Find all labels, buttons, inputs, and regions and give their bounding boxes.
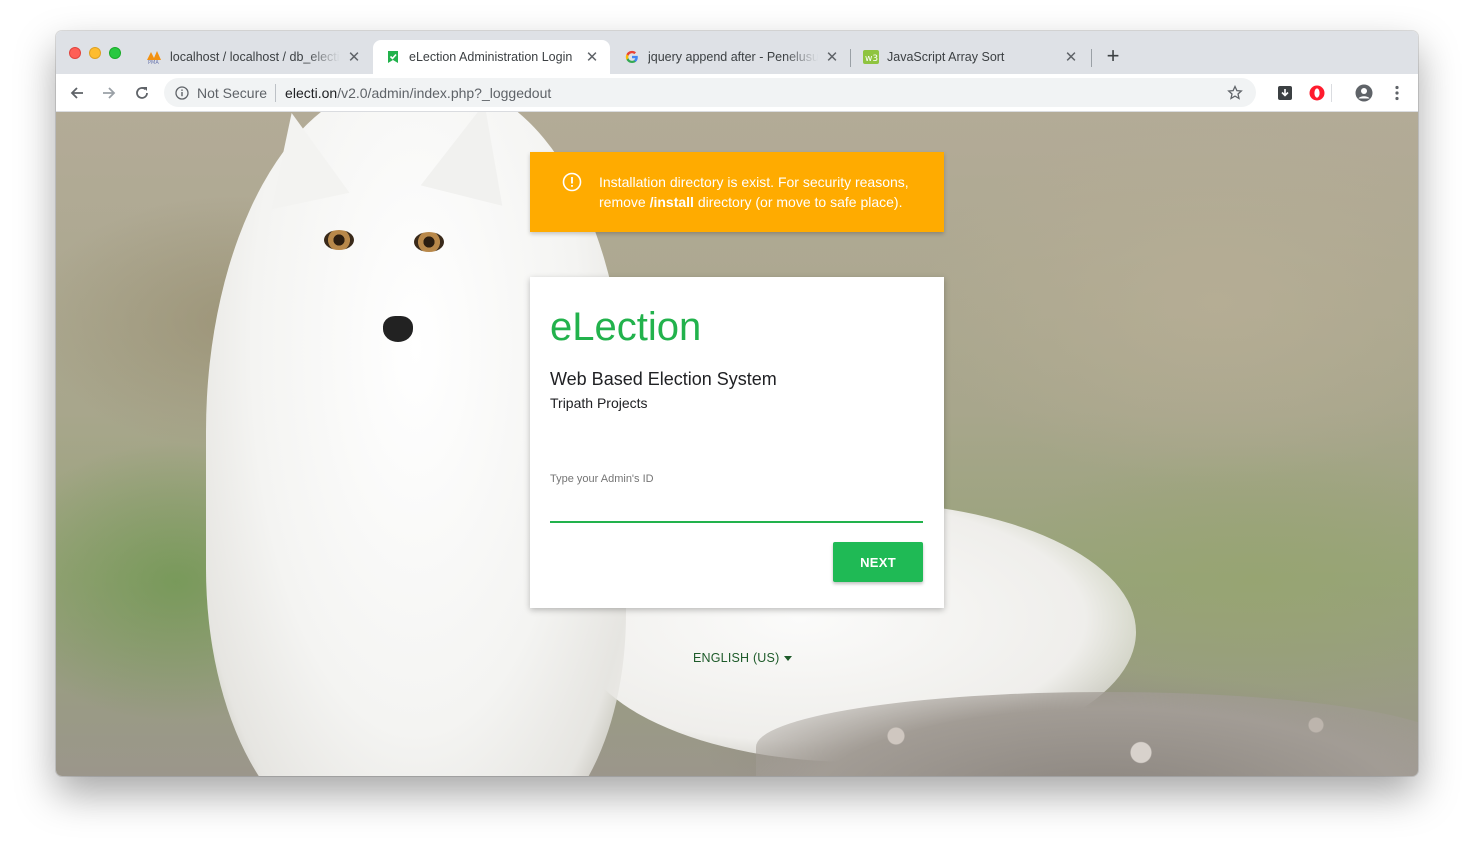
alert-text: remove	[599, 194, 650, 210]
election-icon	[385, 49, 401, 65]
info-icon[interactable]	[174, 85, 190, 101]
alert-line-2: remove /install directory (or move to sa…	[599, 192, 924, 212]
alert-circle-icon	[562, 172, 582, 192]
arrow-left-icon	[70, 87, 83, 99]
maximize-window-button[interactable]	[109, 47, 121, 59]
profile-avatar-icon[interactable]	[1354, 83, 1374, 103]
app-title: eLection	[550, 305, 702, 349]
svg-text:w3: w3	[865, 54, 878, 64]
page-content: Installation directory is exist. For sec…	[56, 112, 1418, 776]
background-fox-eye	[414, 232, 444, 252]
admin-id-input[interactable]	[550, 487, 923, 523]
tab-title: jquery append after - Penelusuran Google	[648, 50, 818, 64]
close-tab-icon[interactable]: ✕	[584, 49, 600, 66]
app-subtitle: Web Based Election System	[550, 369, 777, 389]
divider	[275, 83, 277, 102]
back-button[interactable]	[64, 80, 90, 106]
security-status: Not Secure	[197, 84, 268, 101]
tab-google-search[interactable]: jquery append after - Penelusuran Google…	[612, 40, 850, 74]
language-label: ENGLISH (US)	[693, 651, 780, 665]
minimize-window-button[interactable]	[89, 47, 101, 59]
phpmyadmin-icon: PMA	[146, 49, 162, 65]
arrow-right-icon	[103, 87, 116, 99]
close-window-button[interactable]	[69, 47, 81, 59]
alert-line-1: Installation directory is exist. For sec…	[599, 174, 909, 190]
close-tab-icon[interactable]: ✕	[346, 49, 362, 66]
caret-down-icon	[784, 655, 793, 661]
admin-id-label: Type your Admin's ID	[550, 473, 654, 485]
address-bar[interactable]: Not Secure electi.on/v2.0/admin/index.ph…	[164, 78, 1256, 107]
tab-strip: PMA localhost / localhost / db_election …	[56, 31, 1418, 74]
next-button[interactable]: NEXT	[833, 542, 923, 582]
new-tab-button[interactable]: +	[1102, 45, 1124, 68]
tab-w3schools[interactable]: w3 JavaScript Array Sort ✕	[851, 40, 1089, 74]
tab-separator	[1091, 49, 1092, 67]
background-fox-nose	[383, 316, 413, 342]
reload-button[interactable]	[129, 80, 155, 106]
browser-window: PMA localhost / localhost / db_election …	[56, 31, 1418, 776]
tab-title: localhost / localhost / db_election	[170, 50, 340, 64]
close-tab-icon[interactable]: ✕	[824, 49, 840, 66]
tab-title: eLection Administration Login	[409, 50, 573, 64]
alert-path: /install	[649, 194, 694, 210]
tab-phpmyadmin[interactable]: PMA localhost / localhost / db_election …	[134, 40, 372, 74]
opera-extension-icon[interactable]	[1307, 83, 1327, 103]
background-fox-eye	[324, 230, 354, 250]
reload-icon	[136, 87, 148, 99]
close-tab-icon[interactable]: ✕	[1063, 49, 1079, 66]
url-path: /v2.0/admin/index.php?_loggedout	[337, 84, 552, 101]
login-card: eLection Web Based Election System Tripa…	[530, 277, 944, 608]
forward-button[interactable]	[96, 80, 122, 106]
browser-toolbar: Not Secure electi.on/v2.0/admin/index.ph…	[56, 74, 1418, 112]
divider	[1331, 84, 1332, 102]
menu-kebab-icon[interactable]	[1387, 83, 1407, 103]
language-selector[interactable]: ENGLISH (US)	[693, 651, 793, 665]
url-host: electi.on	[285, 84, 338, 101]
bookmark-star-icon[interactable]	[1226, 84, 1244, 102]
tab-election-login[interactable]: eLection Administration Login ✕	[373, 40, 610, 74]
download-extension-icon[interactable]	[1275, 83, 1295, 103]
w3schools-icon: w3	[863, 49, 879, 65]
google-icon	[624, 49, 640, 65]
alert-text: directory (or move to safe place).	[693, 194, 903, 210]
app-byline: Tripath Projects	[550, 395, 648, 411]
svg-text:PMA: PMA	[148, 60, 159, 64]
tab-title: JavaScript Array Sort	[887, 50, 1005, 64]
installation-warning-alert: Installation directory is exist. For sec…	[530, 152, 944, 232]
